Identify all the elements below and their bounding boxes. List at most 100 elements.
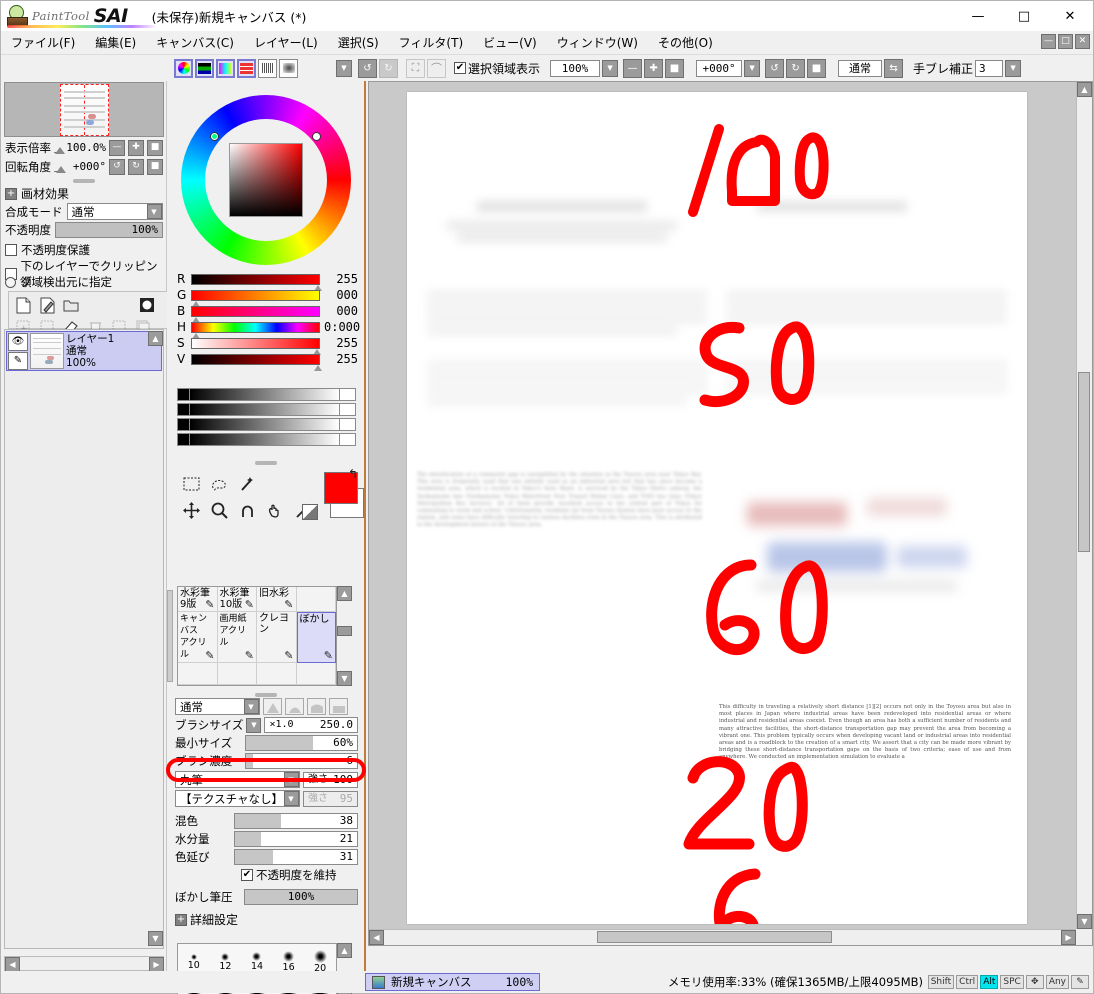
document-tab[interactable]: 新規キャンバス 100%: [365, 973, 541, 991]
brush-preset-0[interactable]: 水彩筆 9版 ✎: [178, 587, 218, 612]
canvas-scroll-down[interactable]: ▼: [1077, 914, 1092, 929]
menu-file[interactable]: ファイル(F): [1, 32, 85, 53]
brush-preset-9[interactable]: [217, 663, 257, 685]
view-zoom-slider[interactable]: [54, 141, 66, 155]
canvas-scroll-left[interactable]: ◀: [369, 930, 384, 945]
shape-bell-icon[interactable]: [285, 698, 304, 715]
gray-gradient-4[interactable]: [177, 433, 356, 446]
persistence-slider[interactable]: 31: [234, 849, 358, 865]
rgb-sliders-icon[interactable]: [195, 58, 214, 78]
toolbar-options-dropdown[interactable]: ▼: [336, 59, 352, 77]
brush-preset-6[interactable]: クレヨン ✎: [257, 612, 297, 663]
edge-mode-combo[interactable]: 通常 ▼: [175, 698, 260, 715]
color-panel-splitter[interactable]: [255, 461, 277, 465]
region-source-radio[interactable]: [5, 276, 16, 288]
view-zoom-out-button[interactable]: —: [109, 139, 125, 156]
magic-wand-icon[interactable]: [233, 471, 261, 497]
zoom-dropdown[interactable]: ▼: [602, 59, 619, 77]
layer-item[interactable]: 👁 ✎ レイヤー1 通常 100%: [6, 331, 162, 371]
texture-strength-slider[interactable]: 強さ 95: [303, 790, 358, 807]
canvas-vertical-scrollbar[interactable]: ▲ ▼: [1076, 82, 1092, 929]
rotate-ccw-button[interactable]: ↺: [765, 58, 785, 78]
gray-gradient-1[interactable]: [177, 388, 356, 401]
hsv-sliders-icon[interactable]: [216, 58, 235, 78]
shape-square-icon[interactable]: [329, 698, 348, 715]
minimize-button[interactable]: —: [955, 1, 1001, 31]
doc-minimize-button[interactable]: —: [1041, 34, 1056, 49]
canvas-horizontal-scrollbar[interactable]: ◀ ▶: [369, 929, 1076, 945]
brush-preset-2[interactable]: 旧水彩 ✎: [257, 587, 297, 612]
color-wheel-icon[interactable]: [174, 58, 193, 78]
zoom-reset-button[interactable]: ■: [665, 58, 685, 78]
canvas-area[interactable]: The densification of a commuter gap is e…: [368, 81, 1093, 946]
brush-density-slider[interactable]: 6: [245, 753, 358, 769]
canvas-scroll-up[interactable]: ▲: [1077, 82, 1092, 97]
swatches-icon[interactable]: [258, 58, 277, 78]
shape-round-icon[interactable]: [307, 698, 326, 715]
preserve-opacity-checkbox[interactable]: [5, 244, 17, 256]
brush-size-dropdown[interactable]: ▼: [246, 717, 262, 733]
view-zoom-in-button[interactable]: ✚: [128, 139, 144, 156]
layer-visibility-icon[interactable]: 👁: [8, 332, 28, 351]
chevron-down-icon[interactable]: ▼: [283, 791, 299, 806]
left-panel-hscroll-left[interactable]: ◀: [5, 957, 20, 972]
hue-marker-secondary[interactable]: [313, 133, 320, 140]
brush-palette-scroll-up[interactable]: ▲: [337, 586, 352, 601]
menu-canvas[interactable]: キャンバス(C): [146, 32, 244, 53]
stabilizer-value-field[interactable]: 3: [975, 59, 1004, 77]
brush-palette-left-grip[interactable]: [167, 590, 173, 682]
brush-preset-5[interactable]: 画用紙 アクリル ✎: [217, 612, 257, 663]
swap-colors-icon[interactable]: ↰: [348, 467, 358, 481]
move-icon[interactable]: [177, 497, 205, 523]
zoom-in-button[interactable]: ✚: [644, 58, 664, 78]
panel-splitter[interactable]: [73, 179, 95, 183]
zoom-value-field[interactable]: 100%: [550, 59, 601, 77]
left-panel-hscroll-right[interactable]: ▶: [149, 957, 164, 972]
brush-preset-palette[interactable]: 水彩筆 9版 ✎ 水彩筆 10版 ✎ 旧水彩 ✎ キャンバス アクリル ✎ 画用紙 アク…: [177, 586, 337, 686]
dilution-slider[interactable]: 21: [234, 831, 358, 847]
stabilizer-dropdown[interactable]: ▼: [1005, 59, 1022, 77]
keep-opacity-checkbox[interactable]: ✔: [241, 869, 253, 881]
transparent-color-icon[interactable]: [302, 504, 318, 520]
menu-other[interactable]: その他(O): [648, 32, 723, 53]
view-zoom-reset-button[interactable]: ■: [147, 139, 163, 156]
brush-preset-10[interactable]: [257, 663, 297, 685]
channel-slider-r[interactable]: [191, 273, 322, 291]
blend-mode-field[interactable]: 通常: [838, 59, 883, 77]
chevron-down-icon[interactable]: ▼: [146, 204, 162, 219]
layer-opacity-slider[interactable]: 100%: [55, 222, 163, 238]
rotate-dropdown[interactable]: ▼: [744, 59, 761, 77]
brush-preset-3[interactable]: [296, 587, 336, 612]
channel-slider-g[interactable]: [191, 289, 320, 307]
shape-triangle-icon[interactable]: [263, 698, 282, 715]
channel-slider-h[interactable]: [191, 321, 320, 339]
brush-palette-scroll-down[interactable]: ▼: [337, 671, 352, 686]
brush-preset-blur[interactable]: ぼかし ✎: [296, 612, 336, 663]
zoom-icon[interactable]: [205, 497, 233, 523]
rotate-icon[interactable]: [233, 497, 261, 523]
brush-palette-scroll-thumb[interactable]: [337, 626, 352, 636]
layer-select-icon[interactable]: ✎: [8, 351, 28, 370]
doc-restore-button[interactable]: □: [1058, 34, 1073, 49]
canvas-hscroll-thumb[interactable]: [597, 931, 832, 943]
new-linework-layer-icon[interactable]: [35, 294, 59, 316]
brush-size-slider[interactable]: ×1.0 250.0: [264, 717, 358, 733]
advanced-settings-expand-icon[interactable]: +: [175, 913, 187, 926]
menu-window[interactable]: ウィンドウ(W): [547, 32, 648, 53]
channel-slider-v[interactable]: [191, 353, 322, 371]
rotate-value-field[interactable]: +000°: [696, 59, 743, 77]
brush-preset-11[interactable]: [296, 663, 336, 685]
blank-tool-2[interactable]: [289, 471, 317, 497]
new-folder-icon[interactable]: [59, 294, 83, 316]
rotate-reset-small-button[interactable]: ■: [147, 158, 163, 175]
canvas-paper[interactable]: The densification of a commuter gap is e…: [407, 92, 1027, 924]
material-effect-expand-icon[interactable]: +: [5, 187, 17, 200]
canvas-scroll-right[interactable]: ▶: [1061, 930, 1076, 945]
flip-icon[interactable]: ⌒: [427, 58, 446, 78]
menu-filter[interactable]: フィルタ(T): [389, 32, 473, 53]
blur-pressure-slider[interactable]: 100%: [244, 889, 358, 905]
gray-gradient-2[interactable]: [177, 403, 356, 416]
menu-edit[interactable]: 編集(E): [85, 32, 146, 53]
layer-mask-icon[interactable]: [135, 294, 159, 316]
canvas-vscroll-thumb[interactable]: [1078, 372, 1090, 552]
